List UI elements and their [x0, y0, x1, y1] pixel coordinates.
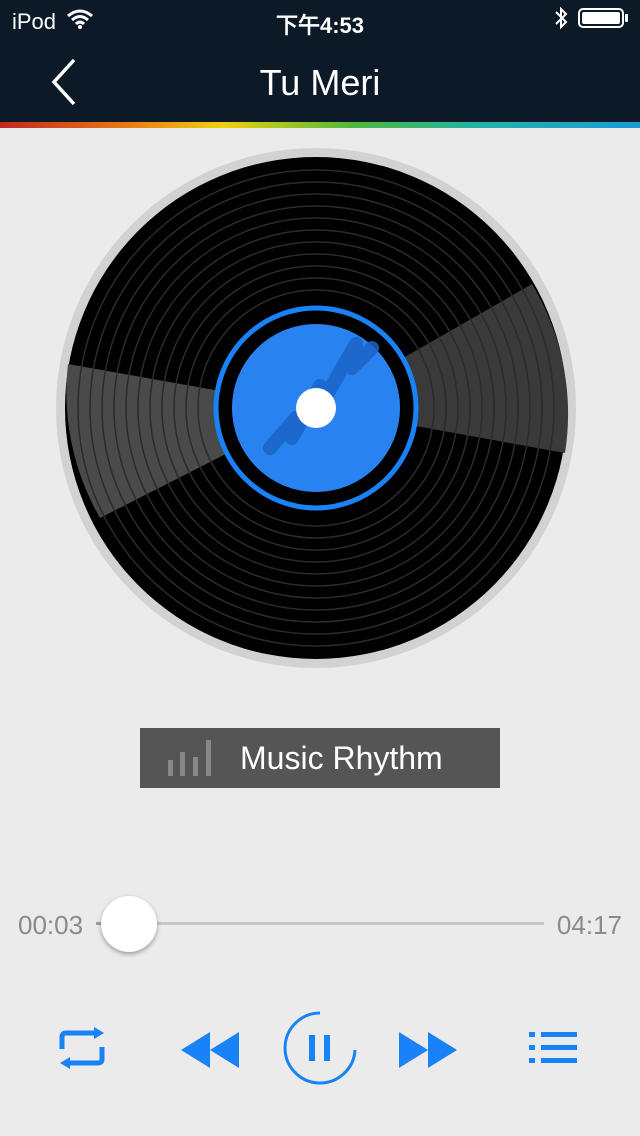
clock: 下午4:53: [275, 13, 365, 38]
total-time: 04:17: [556, 910, 622, 940]
music-rhythm-button[interactable]: Music Rhythm: [140, 728, 500, 788]
equalizer-icon: [140, 740, 240, 776]
elapsed-time: 00:03: [18, 910, 84, 940]
status-bar: iPod 下午4:53: [0, 0, 640, 40]
playlist-button[interactable]: [526, 1028, 582, 1068]
fast-forward-icon: [399, 1032, 457, 1068]
repeat-button[interactable]: [50, 1026, 114, 1070]
vinyl-disc-artwork: [56, 148, 576, 668]
progress-track[interactable]: [96, 922, 544, 925]
page-title: Tu Meri: [259, 62, 381, 103]
rewind-icon: [181, 1032, 239, 1068]
progress-area: 00:03 04:17: [0, 896, 640, 952]
pause-button[interactable]: [282, 1010, 358, 1086]
previous-button[interactable]: [176, 1028, 244, 1072]
next-button[interactable]: [394, 1028, 462, 1072]
nav-bar: Tu Meri: [0, 40, 640, 122]
repeat-icon: [59, 1027, 105, 1069]
playback-controls: [0, 1008, 640, 1088]
battery-icon: [578, 6, 630, 36]
pause-icon: [283, 1011, 357, 1085]
rainbow-divider: [0, 122, 640, 128]
music-rhythm-label: Music Rhythm: [240, 739, 443, 776]
bluetooth-icon: [554, 6, 568, 36]
playlist-icon: [529, 1032, 577, 1063]
progress-knob[interactable]: [101, 896, 158, 952]
